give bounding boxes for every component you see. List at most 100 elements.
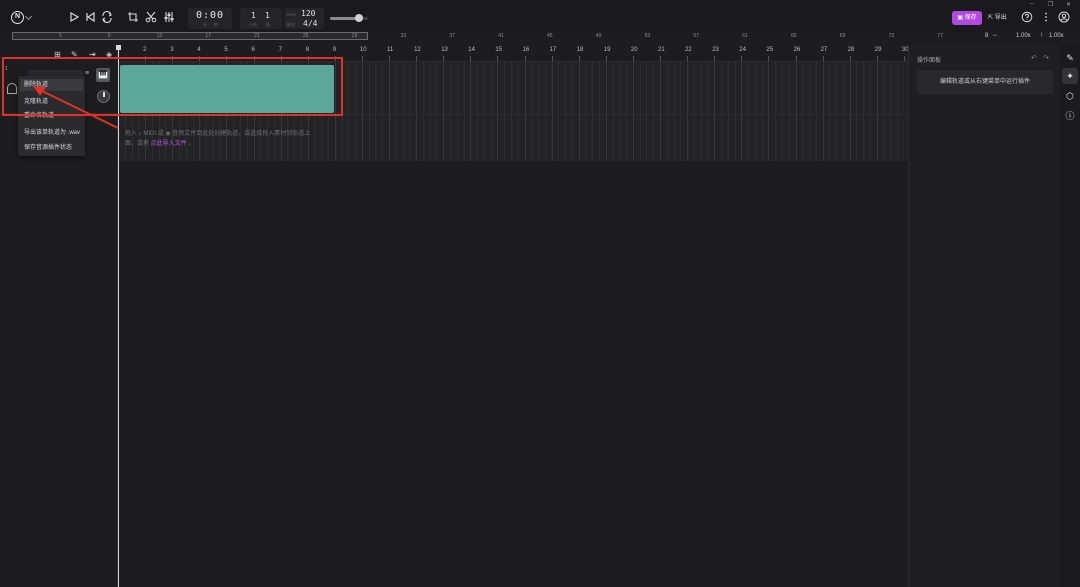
grid-line [734, 62, 736, 161]
ruler-tick [903, 56, 905, 61]
overview-number: 53 [644, 33, 651, 39]
ruler-tick [470, 56, 472, 61]
grid-line [693, 62, 695, 161]
side-rail [1060, 45, 1080, 587]
grid-line [660, 62, 661, 161]
help-icon[interactable] [1021, 11, 1033, 23]
export-button[interactable]: ⇱ 导出 [988, 12, 1007, 24]
overview-number: 73 [888, 33, 895, 39]
overview-number: 61 [742, 33, 748, 39]
menu-item-save-plugin-state[interactable]: 保存音源插件状态 [24, 142, 72, 151]
app-logo[interactable]: N [11, 11, 24, 24]
mixer-icon[interactable] [163, 11, 175, 23]
grid-line [870, 62, 872, 161]
grid-line [436, 62, 438, 161]
minimize-button[interactable]: – [1030, 1, 1033, 7]
grid-line [565, 62, 567, 161]
empty-arrange-area[interactable] [119, 161, 908, 587]
ruler-number: 21 [658, 47, 665, 53]
time-sec-label: 秒 [214, 22, 218, 27]
tempo-value: 120 [301, 9, 316, 18]
grid-line [571, 62, 573, 161]
grid-line [504, 62, 506, 161]
drop-hint-line2: 面，或者 点此导入文件 。 [125, 138, 194, 147]
grid-line [883, 62, 885, 161]
ruler-tick [741, 56, 743, 61]
overview-number: 25 [303, 33, 309, 39]
ruler-tick [795, 56, 797, 61]
grid-line [348, 62, 350, 161]
grid-line [605, 62, 607, 161]
ruler-tick [687, 56, 689, 61]
grid-line [761, 62, 763, 161]
h-zoom-value[interactable]: 1.00x [1016, 33, 1031, 39]
grid-line [727, 62, 729, 161]
grid-line [842, 62, 844, 161]
import-file-link[interactable]: 点此导入文件 [151, 141, 187, 147]
grid-line [829, 62, 831, 161]
export-label: 导出 [994, 15, 1007, 21]
overview-scrollbar[interactable] [12, 32, 368, 40]
magic-wand-icon[interactable]: ✦ [1062, 68, 1078, 84]
undo-icon[interactable]: ↶ [1031, 54, 1037, 62]
overview-number: 33 [400, 33, 407, 39]
grid-line [531, 62, 533, 161]
position-display[interactable]: 1 1 小节 拍 [240, 8, 282, 29]
grid-line [714, 62, 716, 161]
scissors-icon[interactable] [145, 11, 157, 23]
grid-line [449, 62, 451, 161]
grid-line [463, 62, 465, 161]
ruler-number: 27 [820, 47, 828, 53]
volume-knob[interactable] [354, 14, 363, 22]
v-zoom-value[interactable]: 1.00x [1049, 33, 1064, 39]
ruler-number: 19 [603, 47, 611, 53]
export-icon: ⇱ [988, 15, 995, 21]
master-volume-slider[interactable] [330, 14, 368, 22]
grid-line [666, 62, 668, 161]
grid-line [822, 62, 824, 161]
grid-line [707, 62, 709, 161]
grid-line [578, 62, 580, 161]
grid-line [558, 62, 560, 161]
ruler-tick [605, 56, 607, 61]
grid-line [389, 62, 390, 161]
save-icon: ▣ [957, 15, 965, 21]
time-display[interactable]: 0:00 分 秒 [188, 8, 232, 29]
grid-line [477, 62, 479, 161]
grid-line [497, 62, 499, 161]
grid-line [632, 62, 634, 161]
grid-line [538, 62, 540, 161]
more-icon[interactable] [1040, 11, 1052, 23]
save-button[interactable]: ▣ 保存 [952, 11, 982, 25]
grid-line [375, 62, 377, 161]
overview-number: 77 [937, 33, 943, 39]
bar-value: 1 [251, 11, 256, 20]
close-button[interactable]: ✕ [1066, 1, 1071, 8]
playhead-line [118, 47, 119, 587]
crop-icon[interactable] [127, 11, 139, 23]
plugin-icon[interactable]: ⬡ [1062, 88, 1078, 104]
play-icon[interactable] [68, 11, 80, 23]
skip-back-icon[interactable] [84, 11, 96, 23]
menu-item-export-wav[interactable]: 导出该单轨道为 .wav [24, 127, 80, 136]
signature-value: 4/4 [303, 19, 318, 28]
grid-line [639, 62, 641, 161]
edit-panel-icon[interactable]: ✎ [1062, 50, 1078, 66]
loop-icon[interactable] [101, 11, 113, 23]
restore-button[interactable]: ❐ [1048, 1, 1053, 8]
grid-line [422, 62, 424, 161]
grid-line [673, 62, 675, 161]
grid-line [395, 62, 397, 161]
info-icon[interactable]: ⓘ [1062, 108, 1078, 124]
grid-line [551, 62, 553, 161]
tempo-display[interactable]: BPM 120 拍号 4/4 [284, 8, 324, 29]
ruler-number: 5 [224, 47, 228, 53]
overview-number: 5 [59, 33, 62, 39]
signature-label: 拍号 [287, 22, 295, 27]
account-icon[interactable] [1058, 11, 1070, 23]
grid-line [741, 62, 743, 161]
redo-icon[interactable]: ↷ [1043, 54, 1049, 62]
ruler-tick [876, 56, 878, 61]
ruler-tick [497, 56, 499, 61]
ruler-tick [443, 56, 445, 61]
